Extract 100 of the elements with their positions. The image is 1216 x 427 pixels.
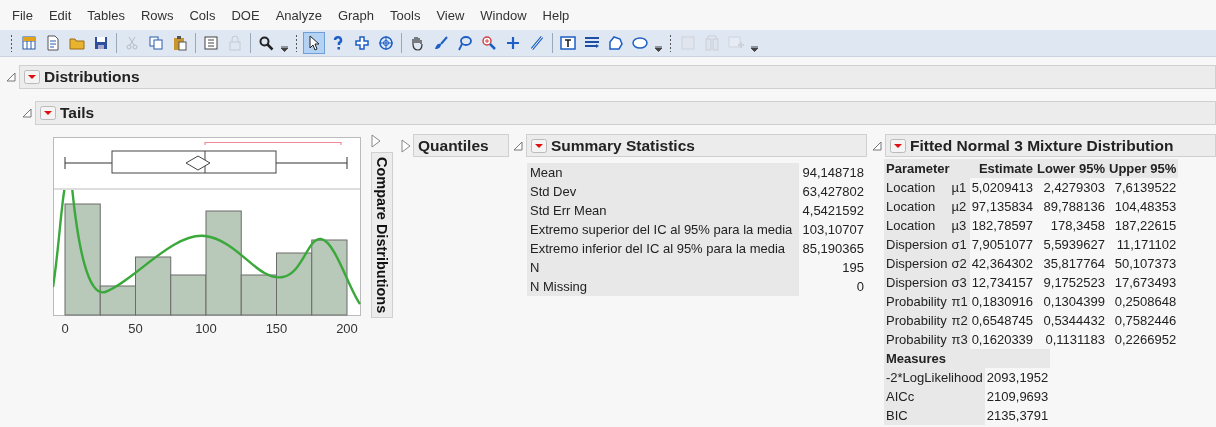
table-cell-text: 104,48353 bbox=[1113, 198, 1178, 216]
table-cell: Std Dev bbox=[527, 182, 799, 201]
table-cell-text: 89,788136 bbox=[1042, 198, 1106, 216]
menu-item[interactable]: File bbox=[4, 7, 41, 23]
table-cell: 85,190365 bbox=[798, 239, 867, 258]
axis-tick-label: 50 bbox=[128, 321, 143, 336]
dropdown-menu-icon[interactable] bbox=[24, 70, 40, 84]
table-cell: Extremo inferior del IC al 95% para la media bbox=[527, 239, 799, 258]
table-cell: Dispersion bbox=[884, 235, 950, 254]
menu-item[interactable]: Help bbox=[534, 7, 578, 23]
menu-item[interactable]: Cols bbox=[181, 7, 224, 23]
column-header: Estimate bbox=[969, 159, 1036, 178]
table-cell: µ2 bbox=[949, 197, 970, 216]
table-cell: Dispersion bbox=[884, 254, 950, 273]
table-cell: 42,364302 bbox=[969, 254, 1036, 273]
table-cell: AICc bbox=[884, 387, 985, 406]
disclosure-triangle-icon[interactable] bbox=[513, 140, 523, 151]
table-cell: 12,734157 bbox=[969, 273, 1036, 292]
table-cell: Std Err Mean bbox=[527, 201, 799, 220]
table-cell: 2135,3791 bbox=[984, 406, 1051, 425]
table-cell: π2 bbox=[949, 311, 970, 330]
column-header: Measures bbox=[884, 349, 985, 368]
dropdown-menu-icon[interactable] bbox=[890, 138, 906, 153]
table-cell: 4,5421592 bbox=[798, 201, 867, 220]
table-cell-text: 35,817764 bbox=[1042, 255, 1106, 273]
table-cell-text: 11,171102 bbox=[1115, 236, 1178, 254]
table-cell: σ2 bbox=[949, 254, 970, 273]
arrow-pointer-icon[interactable] bbox=[303, 32, 325, 54]
grip-handle[interactable] bbox=[295, 34, 298, 52]
table-cell: 0 bbox=[798, 277, 867, 296]
table-cell: -2*LogLikelihood bbox=[884, 368, 985, 387]
table-cell: Probability bbox=[884, 311, 950, 330]
table-cell: Location bbox=[884, 197, 950, 216]
table-cell: µ1 bbox=[949, 178, 970, 197]
table-cell: µ3 bbox=[949, 216, 970, 235]
menu-item[interactable]: Edit bbox=[40, 7, 80, 23]
disclosure-triangle-icon[interactable] bbox=[371, 134, 381, 148]
menu-item[interactable]: View bbox=[428, 7, 473, 23]
menu-item[interactable]: Analyze bbox=[267, 7, 330, 23]
column-header: Parameter bbox=[884, 159, 970, 178]
table-cell: 7,6139522 bbox=[1107, 178, 1179, 197]
table-cell: 2,4279303 bbox=[1035, 178, 1107, 197]
menu-item[interactable]: DOE bbox=[223, 7, 268, 23]
table-cell: 0,6548745 bbox=[969, 311, 1036, 330]
disclosure-triangle-icon[interactable] bbox=[872, 140, 882, 151]
compare-distributions-button[interactable]: Compare Distributions bbox=[371, 152, 393, 319]
table-cell: 182,78597 bbox=[969, 216, 1036, 235]
section-title: Fitted Normal 3 Mixture Distribution bbox=[910, 136, 1174, 155]
table-cell-text: 5,5939627 bbox=[1042, 236, 1106, 254]
table-cell-text: 0,1131183 bbox=[1044, 331, 1106, 349]
dropdown-menu-icon[interactable] bbox=[40, 106, 56, 120]
table-cell: Mean bbox=[527, 163, 799, 182]
table-cell: 0,1830916 bbox=[969, 292, 1036, 311]
table-cell-text: 17,673493 bbox=[1113, 274, 1178, 292]
table-cell-text: 50,107373 bbox=[1113, 255, 1178, 273]
table-cell: 2093,1952 bbox=[984, 368, 1051, 387]
table-cell: π1 bbox=[949, 292, 970, 311]
section-header[interactable]: Quantiles bbox=[413, 134, 509, 157]
table-cell-text: 0,1304399 bbox=[1042, 293, 1106, 311]
menu-item[interactable]: Tools bbox=[382, 7, 429, 23]
disclosure-triangle-icon[interactable] bbox=[22, 108, 32, 118]
table-cell: N bbox=[527, 258, 799, 277]
table-cell-text: 0,5344432 bbox=[1042, 312, 1106, 330]
axis-tick-label: 100 bbox=[195, 321, 217, 336]
table-cell: 94,148718 bbox=[798, 163, 867, 182]
table-cell: 7,9051077 bbox=[969, 235, 1036, 254]
table-cell: σ1 bbox=[949, 235, 970, 254]
table-cell-text: 9,1752523 bbox=[1042, 274, 1106, 292]
table-cell: σ3 bbox=[949, 273, 970, 292]
column-header: Upper 95% bbox=[1107, 159, 1179, 178]
table-cell-text: 187,22615 bbox=[1113, 217, 1178, 235]
grip-handle[interactable] bbox=[669, 34, 672, 52]
table-cell: 63,427802 bbox=[798, 182, 867, 201]
menu-item[interactable]: Graph bbox=[329, 7, 383, 23]
table-cell: Probability bbox=[884, 292, 950, 311]
axis-tick-label: 150 bbox=[265, 321, 288, 336]
disclosure-triangle-icon[interactable] bbox=[6, 72, 16, 82]
table-cell: 5,0209413 bbox=[969, 178, 1036, 197]
table-cell: 103,10707 bbox=[798, 220, 867, 239]
table-cell-text: 178,3458 bbox=[1049, 217, 1106, 235]
column-header: Lower 95% bbox=[1035, 159, 1107, 178]
table-cell: N Missing bbox=[527, 277, 799, 296]
table-cell: 97,135834 bbox=[969, 197, 1036, 216]
section-title: Summary Statistics bbox=[551, 136, 695, 155]
table-cell-text: 0,7582446 bbox=[1113, 312, 1178, 330]
table-cell: 2109,9693 bbox=[984, 387, 1051, 406]
dropdown-menu-icon[interactable] bbox=[531, 138, 547, 153]
table-cell: Extremo superior del IC al 95% para la media bbox=[527, 220, 799, 239]
table-cell: Dispersion bbox=[884, 273, 950, 292]
menu-item[interactable]: Window bbox=[472, 7, 535, 23]
table-cell: BIC bbox=[884, 406, 985, 425]
table-cell: 195 bbox=[798, 258, 867, 277]
table-cell: π3 bbox=[949, 330, 970, 349]
table-cell-text: 0,2508648 bbox=[1113, 293, 1178, 311]
disclosure-triangle-icon[interactable] bbox=[401, 138, 411, 153]
axis-tick-label: 0 bbox=[61, 321, 69, 336]
menu-item[interactable]: Tables bbox=[79, 7, 133, 23]
grip-handle[interactable] bbox=[10, 34, 13, 52]
table-cell: 0,1620339 bbox=[969, 330, 1036, 349]
menu-item[interactable]: Rows bbox=[132, 7, 182, 23]
